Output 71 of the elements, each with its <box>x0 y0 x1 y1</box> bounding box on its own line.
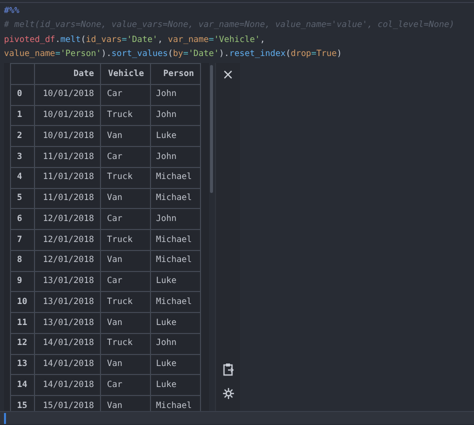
table-cell: 11/01/2018 <box>34 188 100 209</box>
table-cell: 11/01/2018 <box>34 146 100 168</box>
table-cell: Car <box>100 374 150 396</box>
row-index: 10 <box>10 292 34 312</box>
table-cell: Michael <box>150 292 200 312</box>
table-cell: Luke <box>150 354 200 375</box>
row-index: 2 <box>10 126 34 146</box>
table-cell: 12/01/2018 <box>34 208 100 230</box>
scrollbar[interactable] <box>210 65 213 193</box>
table-cell: Car <box>100 271 150 292</box>
table-cell: Luke <box>150 126 200 146</box>
table-cell: Van <box>100 250 150 271</box>
table-cell: 13/01/2018 <box>34 312 100 334</box>
table-cell: Luke <box>150 271 200 292</box>
row-index: 12 <box>10 333 34 354</box>
row-index: 0 <box>10 84 34 105</box>
row-index: 11 <box>10 312 34 334</box>
code-line: pivoted_df.melt(id_vars='Date', var_name='Vehicle', <box>4 34 266 47</box>
table-cell: 12/01/2018 <box>34 250 100 271</box>
row-index: 5 <box>10 188 34 209</box>
table-cell: Michael <box>150 188 200 209</box>
table-cell: Van <box>100 354 150 375</box>
row-index: 8 <box>10 250 34 271</box>
table-cell: Truck <box>100 167 150 188</box>
close-button[interactable]: × <box>216 63 240 87</box>
clipboard-icon <box>222 362 234 376</box>
row-index: 4 <box>10 167 34 188</box>
table-cell: Michael <box>150 167 200 188</box>
table-cell: John <box>150 146 200 168</box>
table-cell: John <box>150 333 200 354</box>
table-cell: John <box>150 105 200 126</box>
table-cell: 10/01/2018 <box>34 84 100 105</box>
row-index: 13 <box>10 354 34 375</box>
table-cell: 13/01/2018 <box>34 271 100 292</box>
table-cell: Truck <box>100 230 150 250</box>
row-index: 6 <box>10 208 34 230</box>
table-cell: Car <box>100 208 150 230</box>
table-cell: Luke <box>150 312 200 334</box>
text-cursor <box>4 413 6 424</box>
table-cell: Michael <box>150 230 200 250</box>
column-header: Vehicle <box>100 64 150 84</box>
code-comment: # melt(id_vars=None, value_vars=None, var_name=None, value_name='value', col_level=None) <box>4 19 456 32</box>
column-header: Date <box>34 64 100 84</box>
table-cell: 11/01/2018 <box>34 167 100 188</box>
row-index: 3 <box>10 146 34 168</box>
table-cell: Car <box>100 84 150 105</box>
row-index: 14 <box>10 374 34 396</box>
row-index: 7 <box>10 230 34 250</box>
table-cell: Luke <box>150 374 200 396</box>
table-cell: 14/01/2018 <box>34 333 100 354</box>
table-cell: 10/01/2018 <box>34 105 100 126</box>
table-cell: Truck <box>100 333 150 354</box>
table-cell: 13/01/2018 <box>34 292 100 312</box>
table-cell: Van <box>100 126 150 146</box>
table-cell: John <box>150 208 200 230</box>
row-index: 9 <box>10 271 34 292</box>
table-cell: 14/01/2018 <box>34 354 100 375</box>
table-cell: 12/01/2018 <box>34 230 100 250</box>
table-cell: John <box>150 84 200 105</box>
column-header: Person <box>150 64 200 84</box>
row-index: 1 <box>10 105 34 126</box>
table-cell: Truck <box>100 105 150 126</box>
table-cell: 14/01/2018 <box>34 374 100 396</box>
table-cell: 10/01/2018 <box>34 126 100 146</box>
table-cell: Car <box>100 146 150 168</box>
table-cell: Truck <box>100 292 150 312</box>
table-cell: Van <box>100 188 150 209</box>
code-line: value_name='Person').sort_values(by='Date').reset_index(drop=True) <box>4 48 343 61</box>
cell-marker: #%% <box>4 5 20 18</box>
table-cell: Michael <box>150 250 200 271</box>
table-cell: Van <box>100 312 150 334</box>
